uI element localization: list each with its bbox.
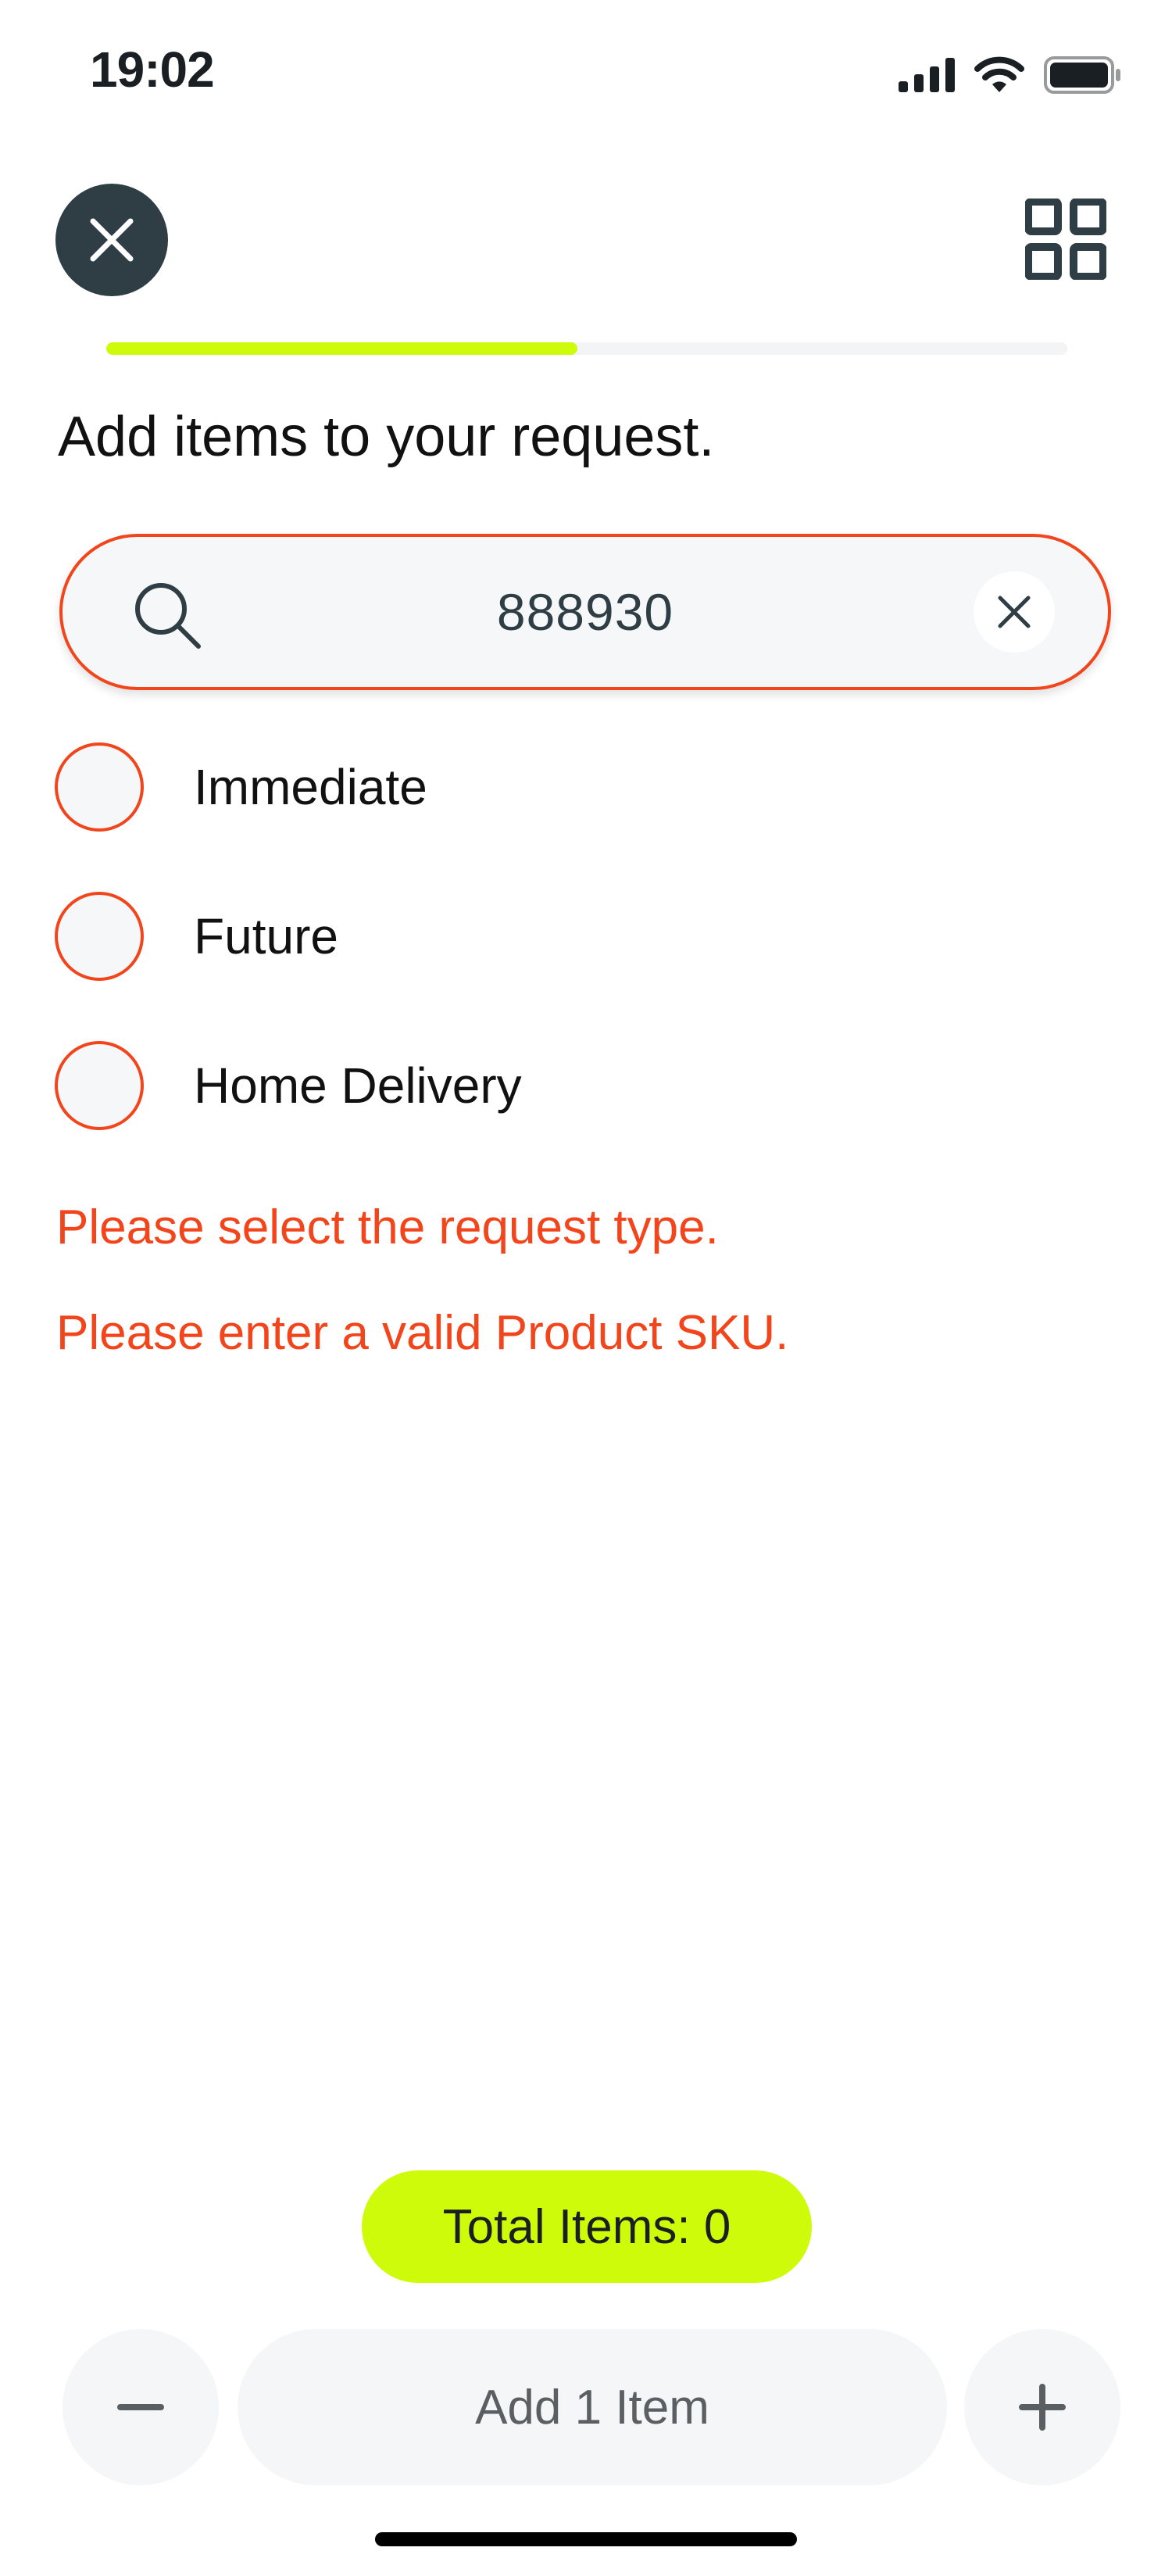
add-item-button[interactable]: Add 1 Item [238,2329,947,2485]
search-input[interactable]: 888930 [219,537,952,687]
radio-label: Home Delivery [194,1057,522,1114]
radio-home-delivery[interactable]: Home Delivery [55,1037,522,1134]
request-type-error: Please select the request type. [56,1200,719,1254]
status-icons [899,53,1122,97]
plus-icon [1019,2384,1066,2431]
battery-icon [1044,56,1120,94]
page-title: Add items to your request. [58,406,715,468]
close-button[interactable] [55,184,168,296]
decrement-button[interactable] [63,2329,219,2485]
progress-fill [106,342,577,355]
wifi-icon [974,56,1024,92]
radio-label: Future [194,908,338,964]
total-items-badge: Total Items: 0 [362,2170,812,2283]
minus-icon [117,2404,164,2410]
radio-circle[interactable] [55,1041,144,1130]
clear-search-button[interactable] [974,571,1055,653]
close-icon [998,596,1031,628]
qr-scan-button[interactable] [1022,195,1109,283]
radio-future[interactable]: Future [55,888,338,985]
radio-label: Immediate [194,759,427,815]
close-icon [90,218,134,262]
sku-search-field[interactable]: 888930 [59,534,1111,690]
increment-button[interactable] [964,2329,1120,2485]
radio-immediate[interactable]: Immediate [55,739,427,835]
progress-bar [106,342,1067,355]
sku-error: Please enter a valid Product SKU. [56,1306,789,1360]
qr-grid-icon [1025,199,1106,280]
radio-circle[interactable] [55,892,144,981]
cellular-signal-icon [899,58,955,92]
radio-circle[interactable] [55,742,144,832]
home-indicator [375,2532,797,2546]
status-time: 19:02 [90,41,215,98]
search-icon [135,583,201,649]
